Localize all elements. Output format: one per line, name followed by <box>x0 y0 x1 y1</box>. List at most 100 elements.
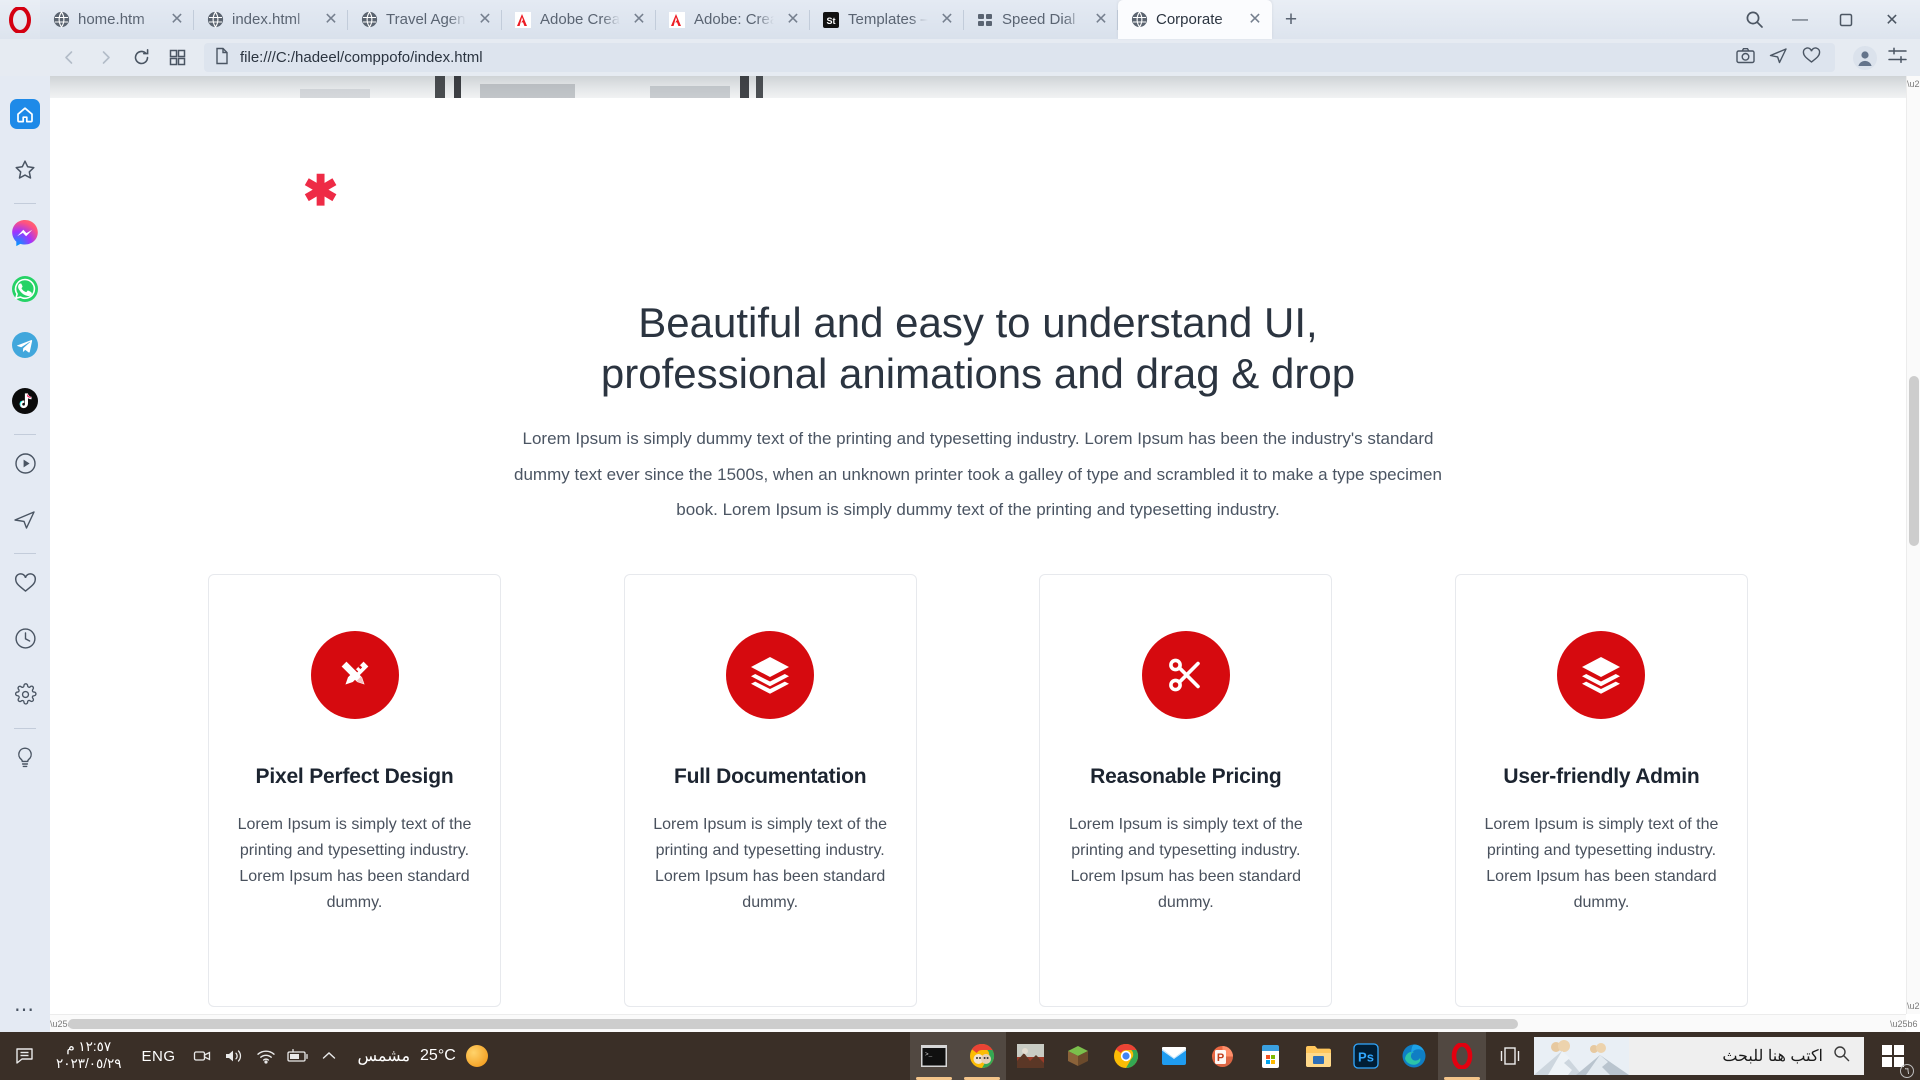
scroll-up-arrow-icon[interactable]: \u25b2 <box>1907 76 1920 92</box>
feature-card[interactable]: Full Documentation Lorem Ipsum is simply … <box>623 574 917 1007</box>
sidebar-item-tiktok[interactable] <box>0 375 50 431</box>
address-bar[interactable]: file:///C:/hadeel/comppofo/index.html <box>204 43 1835 72</box>
notification-count-badge: ٦ <box>1900 1064 1914 1078</box>
horizontal-scrollbar-thumb[interactable] <box>68 1019 1518 1029</box>
speeddial-icon <box>977 12 993 28</box>
tab-title: Adobe Creative Clo <box>540 11 620 28</box>
tab-close-icon[interactable]: ✕ <box>1244 9 1266 31</box>
sidebar-item-player[interactable] <box>0 438 50 494</box>
taskbar-item-terminal[interactable]: >_ <box>910 1032 958 1080</box>
maximize-button[interactable] <box>1824 0 1868 39</box>
browser-tab[interactable]: St Templates – Browse ✕ <box>810 0 964 39</box>
sidebar-item-settings[interactable] <box>0 669 50 725</box>
play-circle-icon <box>14 452 37 480</box>
tab-grid-icon[interactable] <box>160 43 194 73</box>
camera-icon[interactable] <box>1736 47 1755 68</box>
sidebar-item-messenger[interactable] <box>0 207 50 263</box>
tab-close-icon[interactable]: ✕ <box>474 9 496 31</box>
tab-title: Corporate <box>1156 11 1223 28</box>
horizontal-scrollbar[interactable]: \u25c0 \u25b6 <box>50 1014 1918 1032</box>
taskbar-item-powerpoint[interactable]: P <box>1198 1032 1246 1080</box>
sidebar-item-send[interactable] <box>0 494 50 550</box>
tab-title: Speed Dial <box>1002 11 1076 28</box>
feature-card[interactable]: Reasonable Pricing Lorem Ipsum is simply … <box>1039 574 1333 1007</box>
tab-search-icon[interactable] <box>1732 0 1776 39</box>
sidebar-item-tips[interactable] <box>0 732 50 788</box>
taskbar-item-photos-app[interactable] <box>1006 1032 1054 1080</box>
sidebar-item-history[interactable] <box>0 613 50 669</box>
send-icon <box>13 509 37 536</box>
taskbar-item-minecraft[interactable] <box>1054 1032 1102 1080</box>
whatsapp-icon <box>11 275 39 308</box>
sidebar-item-home[interactable] <box>0 88 50 144</box>
pencil-ruler-icon <box>310 631 399 719</box>
battery-icon[interactable] <box>282 1049 314 1063</box>
tiktok-icon <box>11 387 39 420</box>
speaker-icon[interactable] <box>218 1048 250 1064</box>
tab-close-icon[interactable]: ✕ <box>166 9 188 31</box>
browser-tab[interactable]: Adobe: Creative, ma ✕ <box>656 0 810 39</box>
taskbar-clock[interactable]: ١٢:٥٧ م ٢٠٢٣/٠٥/٢٩ <box>46 1039 132 1073</box>
tab-close-icon[interactable]: ✕ <box>782 9 804 31</box>
feature-card[interactable]: Pixel Perfect Design Lorem Ipsum is simpl… <box>208 574 501 1007</box>
taskbar-item-opera[interactable] <box>1438 1032 1486 1080</box>
browser-tab[interactable]: Travel Agency ✕ <box>348 0 502 39</box>
avatar-icon[interactable] <box>1853 45 1877 70</box>
taskbar-item-edge[interactable] <box>1390 1032 1438 1080</box>
browser-tab[interactable]: index.html ✕ <box>194 0 348 39</box>
camera-privacy-icon[interactable] <box>186 1048 218 1064</box>
taskbar-task-view-button[interactable] <box>1486 1032 1534 1080</box>
opera-logo-icon[interactable] <box>0 0 40 39</box>
settings-sliders-icon[interactable] <box>1887 45 1908 71</box>
taskbar-item-mail[interactable] <box>1150 1032 1198 1080</box>
wifi-icon[interactable] <box>250 1048 282 1064</box>
sidebar-item-telegram[interactable] <box>0 319 50 375</box>
sun-icon <box>465 1045 488 1067</box>
notification-icon[interactable]: ٦ <box>4 1046 1914 1078</box>
tray-overflow-chevron-icon[interactable] <box>314 1051 344 1061</box>
taskbar-item-photoshop[interactable]: Ps <box>1342 1032 1390 1080</box>
new-tab-button[interactable]: + <box>1272 0 1310 39</box>
tab-close-icon[interactable]: ✕ <box>320 9 342 31</box>
sidebar-item-likes[interactable] <box>0 557 50 613</box>
forward-icon[interactable] <box>88 43 122 73</box>
taskbar-item-microsoft-store[interactable] <box>1246 1032 1294 1080</box>
browser-tab[interactable]: Adobe Creative Clo ✕ <box>502 0 656 39</box>
window-controls: — ✕ <box>1732 0 1920 39</box>
browser-tab[interactable]: home.htm ✕ <box>40 0 194 39</box>
browser-tab[interactable]: Speed Dial ✕ <box>964 0 1118 39</box>
back-icon[interactable] <box>52 43 86 73</box>
browser-tab[interactable]: Corporate ✕ <box>1118 0 1272 39</box>
feature-card-title: User-friendly Admin <box>1503 765 1700 788</box>
tab-title: Travel Agency <box>386 11 466 28</box>
taskbar-item-chrome[interactable] <box>1102 1032 1150 1080</box>
feature-card[interactable]: User-friendly Admin Lorem Ipsum is simply… <box>1454 574 1748 1007</box>
tab-close-icon[interactable]: ✕ <box>1090 9 1112 31</box>
feature-card-grid: Pixel Perfect Design Lorem Ipsum is simpl… <box>208 574 1748 1007</box>
taskbar-item-chrome-profile[interactable] <box>958 1032 1006 1080</box>
globe-icon <box>1131 11 1148 28</box>
sidebar-item-favorites[interactable] <box>0 144 50 200</box>
browser-sidebar: ⋯ <box>0 76 50 1032</box>
scroll-right-arrow-icon[interactable]: \u25b6 <box>1890 1015 1918 1032</box>
tab-close-icon[interactable]: ✕ <box>628 9 650 31</box>
sidebar-more-button[interactable]: ⋯ <box>0 986 50 1032</box>
taskbar-search-input[interactable]: اكتب هنا للبحث <box>1534 1037 1864 1075</box>
scroll-left-arrow-icon[interactable]: \u25c0 <box>50 1015 77 1032</box>
sidebar-item-whatsapp[interactable] <box>0 263 50 319</box>
minimize-button[interactable]: — <box>1778 0 1822 39</box>
heart-icon[interactable] <box>1802 47 1821 68</box>
weather-condition: مشمس <box>357 1048 411 1065</box>
feature-card-text: Lorem Ipsum is simply text of the printi… <box>1484 816 1719 912</box>
close-window-button[interactable]: ✕ <box>1870 0 1914 39</box>
scroll-down-arrow-icon[interactable]: \u25bc <box>1907 998 1920 1014</box>
sidebar-divider <box>14 553 36 554</box>
tab-close-icon[interactable]: ✕ <box>936 9 958 31</box>
input-language-indicator[interactable]: ENG <box>132 1048 186 1065</box>
send-icon[interactable] <box>1769 47 1788 68</box>
taskbar-weather-widget[interactable]: 25°C مشمس <box>344 1045 502 1067</box>
taskbar-item-file-explorer[interactable] <box>1294 1032 1342 1080</box>
reload-icon[interactable] <box>124 43 158 73</box>
vertical-scrollbar[interactable]: \u25b2 \u25bc <box>1906 76 1920 1014</box>
vertical-scrollbar-thumb[interactable] <box>1909 376 1919 546</box>
